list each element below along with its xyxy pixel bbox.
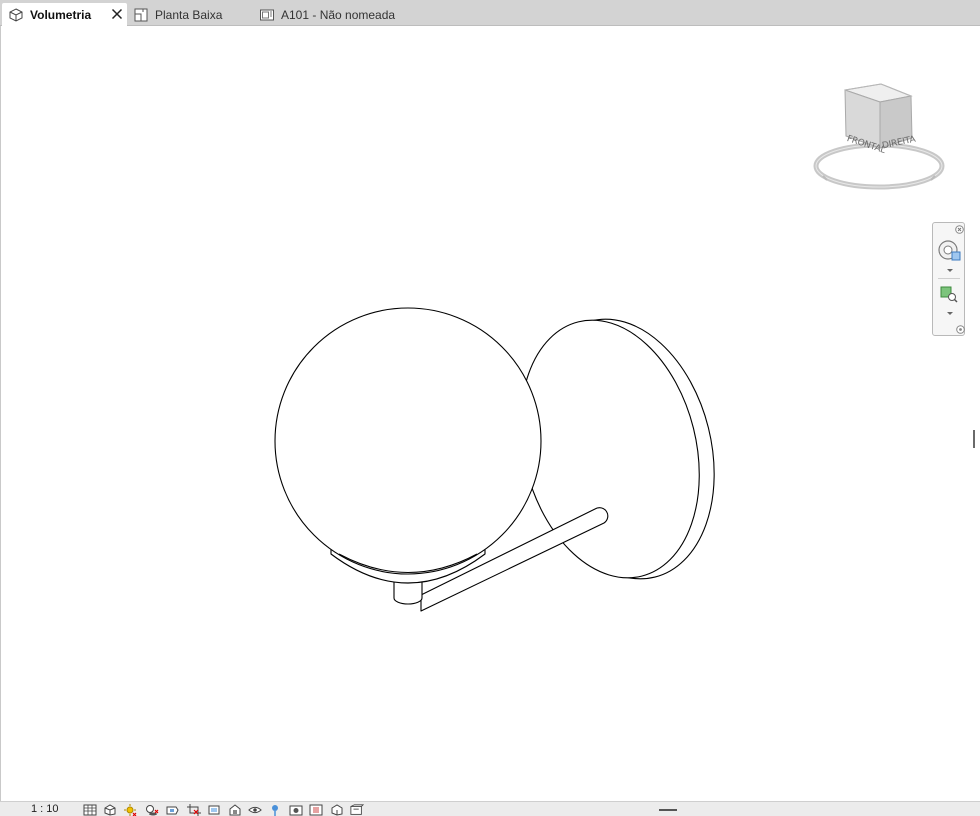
- highlight-boundaries-icon[interactable]: [350, 803, 364, 816]
- worksharing-icon[interactable]: [289, 803, 303, 816]
- shadows-icon[interactable]: [145, 803, 159, 816]
- view-control-bar: 1 : 10: [0, 801, 980, 816]
- tab-label: Planta Baixa: [155, 7, 223, 22]
- close-icon[interactable]: [954, 224, 964, 234]
- viewcube[interactable]: FRONTAL DIREITA: [809, 82, 949, 202]
- design-options-icon[interactable]: [309, 803, 323, 816]
- steering-wheel-icon[interactable]: [937, 239, 963, 263]
- 3d-view-icon: [8, 7, 24, 23]
- tab-label: Volumetria: [30, 7, 92, 22]
- unlock-3d-view-icon[interactable]: [228, 803, 242, 816]
- floor-plan-icon: [133, 7, 149, 23]
- zoom-region-icon[interactable]: [939, 285, 959, 303]
- dropdown-arrow-icon[interactable]: [945, 309, 955, 317]
- temporary-hide-icon[interactable]: [248, 803, 262, 816]
- detail-level-icon[interactable]: [83, 803, 97, 816]
- visual-style-icon[interactable]: [103, 803, 117, 816]
- window-splitter-handle[interactable]: [973, 430, 975, 448]
- tab-label: A101 - Não nomeada: [281, 7, 396, 22]
- viewcube-graphic: [813, 83, 945, 190]
- view-tab-bar: Volumetria Planta Baixa A101 - Não nomea…: [0, 0, 980, 26]
- tab-planta-baixa[interactable]: Planta Baixa: [127, 3, 253, 26]
- crop-view-icon[interactable]: [187, 803, 201, 816]
- tab-volumetria[interactable]: Volumetria: [2, 3, 127, 26]
- glass-globe: [274, 307, 542, 575]
- options-icon[interactable]: [955, 324, 965, 334]
- view-scale[interactable]: 1 : 10: [31, 803, 59, 815]
- reveal-hidden-icon[interactable]: [268, 803, 282, 816]
- navigation-bar: [932, 222, 965, 336]
- 3d-view-canvas[interactable]: FRONTAL DIREITA: [0, 26, 980, 801]
- statusbar-resize-handle[interactable]: [659, 809, 677, 811]
- sun-path-icon[interactable]: [123, 803, 137, 816]
- analytical-model-icon[interactable]: [330, 803, 344, 816]
- render-icon[interactable]: [165, 803, 179, 816]
- tab-a101[interactable]: A101 - Não nomeada: [253, 3, 413, 26]
- sheet-icon: [259, 7, 275, 23]
- dropdown-arrow-icon[interactable]: [945, 266, 955, 274]
- navbar-divider: [938, 278, 960, 279]
- show-crop-icon[interactable]: [207, 803, 221, 816]
- close-tab-icon[interactable]: [109, 6, 125, 22]
